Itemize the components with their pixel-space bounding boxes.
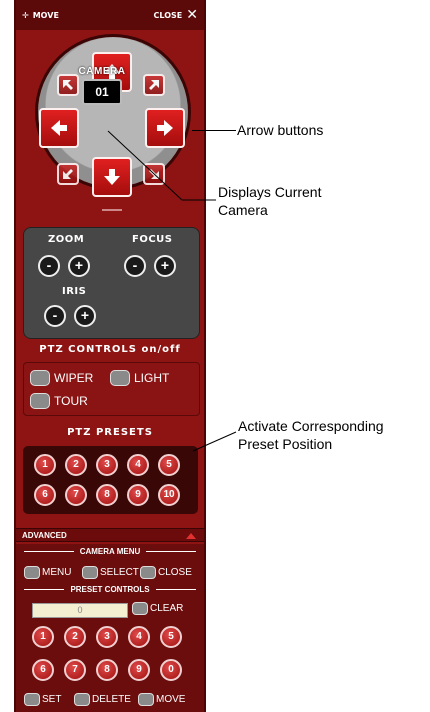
camera-display-annotation: Displays Current Camera (218, 183, 321, 219)
leader-lines (107, 130, 237, 452)
preset-annotation: Activate Corresponding Preset Position (238, 417, 384, 453)
preset-annotation-line2: Preset Position (238, 436, 333, 452)
camera-annotation-line2: Camera (218, 202, 268, 218)
camera-annotation-line1: Displays Current (218, 184, 322, 200)
preset-annotation-line1: Activate Corresponding (238, 418, 384, 434)
